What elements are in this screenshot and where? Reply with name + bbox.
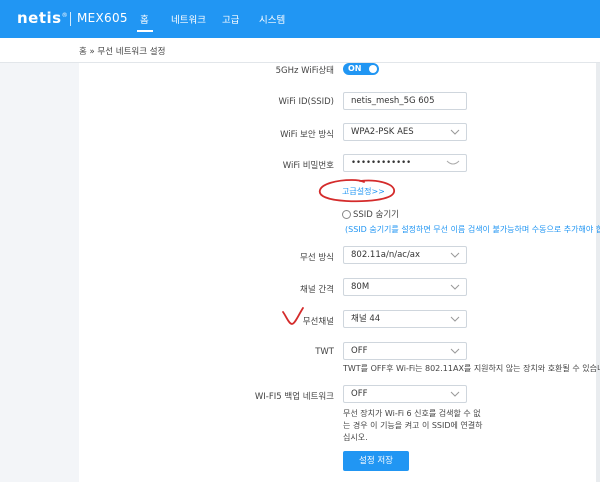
eye-hidden-icon[interactable] <box>446 159 460 167</box>
chevron-down-icon <box>450 251 460 259</box>
security-select[interactable]: WPA2-PSK AES <box>343 123 467 141</box>
twt-label: TWT <box>315 347 334 357</box>
wifi5-backup-value: OFF <box>351 389 368 399</box>
wifi5-note-line: 는 경우 이 기능을 켜고 이 SSID에 연결하 <box>343 421 483 430</box>
logo-text: netis <box>17 9 62 27</box>
chevron-down-icon <box>450 390 460 398</box>
wifi5-note-line: 십시오. <box>343 433 368 442</box>
security-select-value: WPA2-PSK AES <box>351 127 414 137</box>
wifi5-backup-select[interactable]: OFF <box>343 385 467 403</box>
channel-value: 채널 44 <box>351 314 381 324</box>
toggle-knob <box>369 65 377 73</box>
hide-ssid-label: SSID 숨기기 <box>353 210 400 220</box>
security-label: WiFi 보안 방식 <box>280 130 334 140</box>
hide-ssid-hint: (SSID 숨기기를 설정하면 무선 이름 검색이 불가능하며 수동으로 추가해… <box>345 225 600 234</box>
twt-value: OFF <box>351 346 368 356</box>
nav-system[interactable]: 시스템 <box>259 12 285 26</box>
toggle-state-text: ON <box>348 64 362 73</box>
settings-panel <box>79 63 600 482</box>
bandwidth-label: 채널 간격 <box>300 285 334 295</box>
wireless-mode-select[interactable]: 802.11a/n/ac/ax <box>343 246 467 264</box>
breadcrumb: 홈 » 무선 네트워크 설정 <box>79 47 166 57</box>
nav-network[interactable]: 네트워크 <box>171 12 206 26</box>
bandwidth-select[interactable]: 80M <box>343 278 467 296</box>
wireless-mode-label: 무선 방식 <box>300 253 334 263</box>
nav-advanced[interactable]: 고급 <box>222 12 239 26</box>
device-model: MEX605 <box>77 11 128 25</box>
hide-ssid-radio[interactable] <box>342 210 351 219</box>
top-nav-bar: netis® MEX605 홈 네트워크 고급 시스템 <box>0 0 600 38</box>
ssid-input[interactable]: netis_mesh_5G 605 <box>343 92 467 110</box>
bandwidth-value: 80M <box>351 282 370 292</box>
advanced-settings-link[interactable]: 고급설정>> <box>342 186 385 197</box>
ssid-label: WiFi ID(SSID) <box>278 97 334 107</box>
twt-select[interactable]: OFF <box>343 342 467 360</box>
wifi-status-toggle[interactable]: ON <box>343 63 379 75</box>
channel-label: 무선채널 <box>302 317 334 327</box>
chevron-down-icon <box>450 283 460 291</box>
scroll-track[interactable] <box>596 63 600 482</box>
logo-registered-mark: ® <box>61 12 69 19</box>
chevron-down-icon <box>450 347 460 355</box>
save-settings-button[interactable]: 설정 저장 <box>343 451 409 471</box>
netis-logo[interactable]: netis® <box>17 9 68 27</box>
nav-home[interactable]: 홈 <box>140 12 149 26</box>
twt-note: TWT를 OFF후 Wi-Fi는 802.11AX를 지원하지 않는 장치와 호… <box>343 364 600 373</box>
wifi5-note: 무선 장치가 Wi-Fi 6 신호를 검색할 수 없 는 경우 이 기능을 켜고… <box>343 408 483 444</box>
channel-select[interactable]: 채널 44 <box>343 310 467 328</box>
password-input[interactable]: •••••••••••• <box>343 154 467 172</box>
password-label: WiFi 비밀번호 <box>282 161 334 171</box>
chevron-down-icon <box>450 128 460 136</box>
header-divider <box>70 12 71 26</box>
wifi5-note-line: 무선 장치가 Wi-Fi 6 신호를 검색할 수 없 <box>343 409 481 418</box>
wifi-status-label: 5GHz WiFi상태 <box>275 66 334 76</box>
wifi5-backup-label: WI-FI5 백업 네트워크 <box>254 392 334 402</box>
nav-active-indicator <box>137 30 153 32</box>
password-value: •••••••••••• <box>351 158 412 168</box>
chevron-down-icon <box>450 315 460 323</box>
wireless-mode-value: 802.11a/n/ac/ax <box>351 250 421 260</box>
